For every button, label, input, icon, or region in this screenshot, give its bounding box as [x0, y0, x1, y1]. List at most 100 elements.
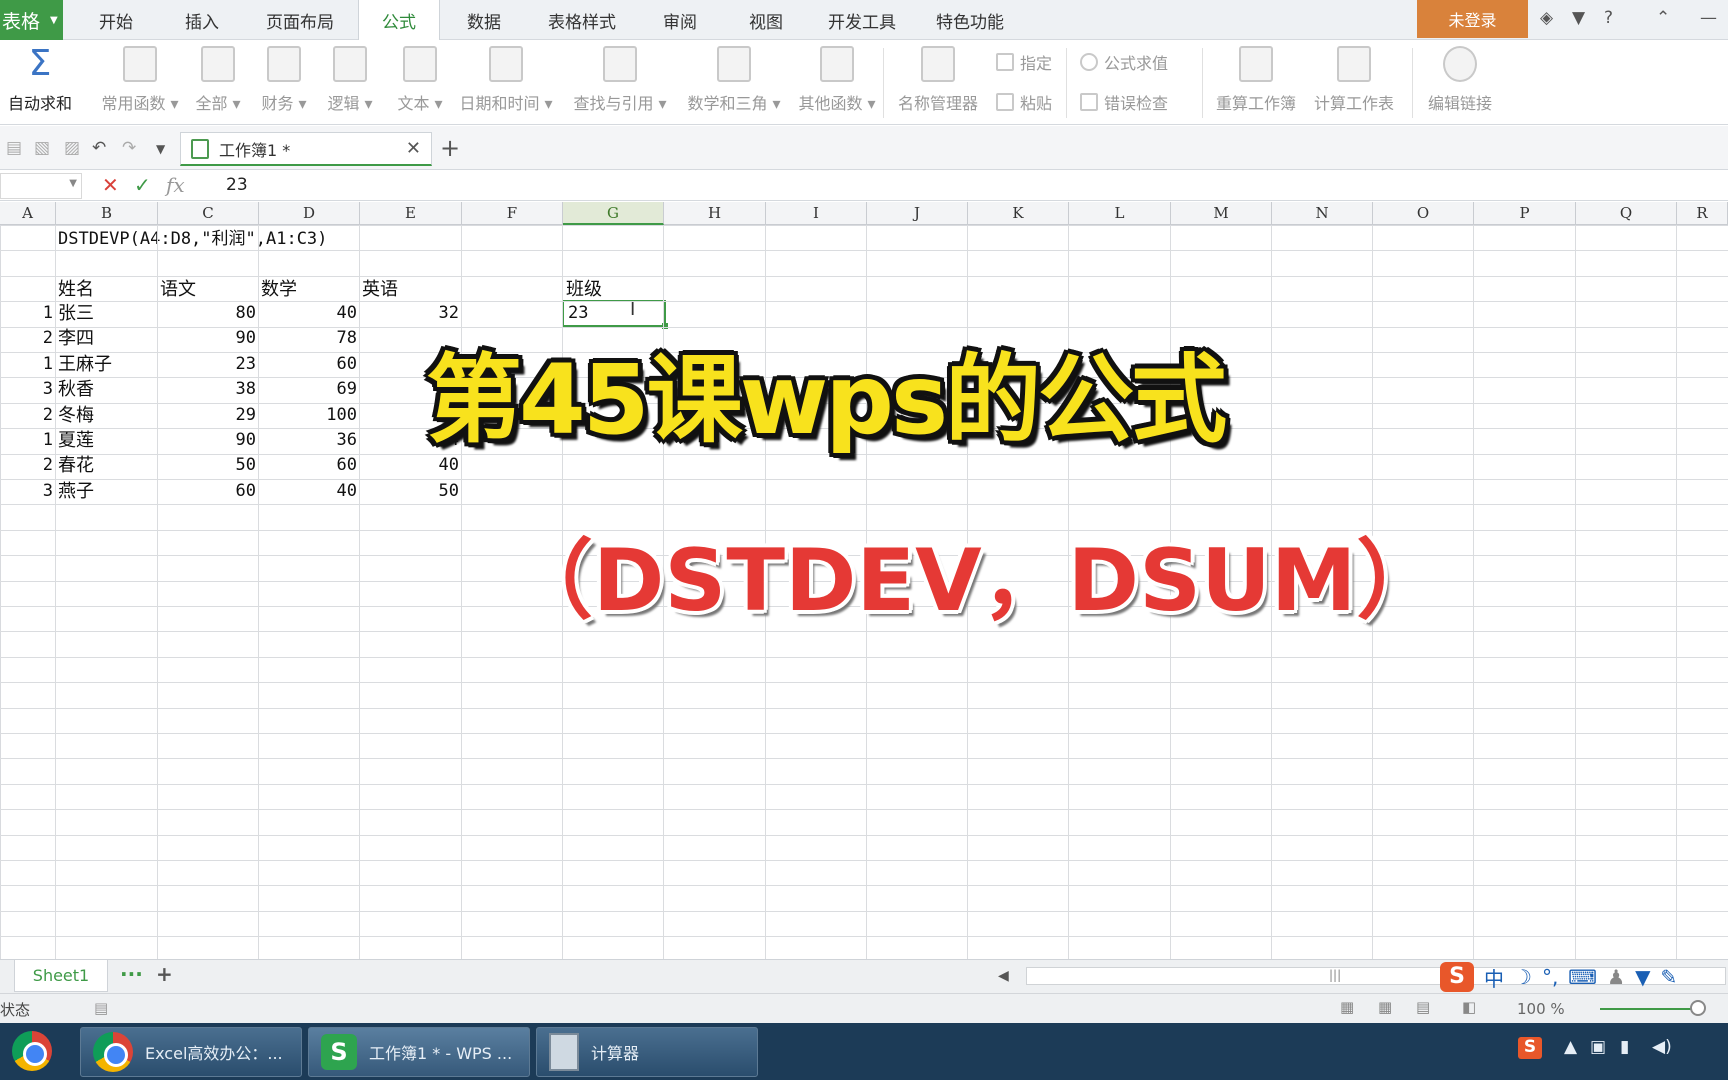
minimize-icon[interactable]: —	[1700, 8, 1717, 28]
column-header-m[interactable]: M	[1171, 202, 1272, 225]
sogou-tray-icon[interactable]: S	[1518, 1037, 1542, 1059]
reading-view-icon[interactable]: ▤	[1416, 998, 1430, 1016]
menu-tab[interactable]: 公式	[358, 0, 440, 41]
column-header-j[interactable]: J	[867, 202, 968, 225]
chinese-mode-icon[interactable]: 中	[1484, 963, 1504, 992]
login-button[interactable]: 未登录	[1417, 0, 1528, 38]
keyboard-icon[interactable]: ⌨	[1568, 965, 1597, 989]
new-tab-icon[interactable]: +	[440, 134, 460, 162]
eval-formula-button[interactable]: 公式求值	[1080, 50, 1168, 74]
column-header-e[interactable]: E	[360, 202, 462, 225]
name-cell[interactable]: 李四	[58, 326, 94, 351]
class-number-cell[interactable]: 2	[0, 326, 56, 351]
class-number-cell[interactable]: 3	[0, 377, 56, 402]
scroll-left-icon[interactable]: ◀	[998, 968, 1009, 984]
cancel-icon[interactable]: ✕	[102, 173, 119, 197]
class-number-cell[interactable]: 1	[0, 301, 56, 326]
moon-icon[interactable]: ☽	[1514, 965, 1532, 989]
menu-tab[interactable]: 视图	[740, 0, 792, 40]
error-check-button[interactable]: 错误检查	[1080, 90, 1168, 114]
chinese-score-cell[interactable]: 80	[158, 301, 259, 326]
menu-tab[interactable]: 开始	[90, 0, 142, 40]
column-header-b[interactable]: B	[56, 202, 158, 225]
fx-icon[interactable]: fx	[166, 173, 185, 197]
taskbar-item-wps[interactable]: S 工作簿1 * - WPS ...	[308, 1027, 530, 1077]
confirm-icon[interactable]: ✓	[134, 173, 151, 197]
math-score-cell[interactable]: 100	[259, 403, 360, 428]
collapse-icon[interactable]: ⌃	[1656, 8, 1670, 28]
english-score-cell[interactable]: 50	[360, 479, 462, 504]
app-menu-button[interactable]: 表格 ▼	[0, 0, 63, 40]
paste-button[interactable]: 粘贴	[996, 90, 1052, 114]
chinese-score-cell[interactable]: 29	[158, 403, 259, 428]
column-header-g[interactable]: G	[563, 202, 664, 225]
print-preview-icon[interactable]: ▧	[34, 138, 50, 158]
math-score-cell[interactable]: 40	[259, 301, 360, 326]
user-icon[interactable]: ♟	[1607, 965, 1625, 989]
column-header-o[interactable]: O	[1373, 202, 1474, 225]
name-cell[interactable]: 夏莲	[58, 428, 94, 453]
function-group-button[interactable]: 全部 ▾	[190, 46, 246, 114]
column-header-r[interactable]: R	[1677, 202, 1728, 225]
name-cell[interactable]: 王麻子	[58, 352, 112, 377]
add-sheet-icon[interactable]: +	[156, 962, 173, 986]
function-group-button[interactable]: 其他函数 ▾	[788, 46, 886, 114]
name-manager-button[interactable]: 名称管理器	[898, 46, 978, 114]
volume-icon[interactable]: ◀)	[1652, 1037, 1672, 1057]
shirt-icon[interactable]: ▼	[1572, 8, 1585, 28]
network-icon[interactable]: ▮	[1620, 1037, 1629, 1057]
function-group-button[interactable]: 数学和三角 ▾	[676, 46, 792, 114]
name-cell[interactable]: 春花	[58, 453, 94, 478]
column-header-a[interactable]: A	[0, 202, 56, 225]
function-group-button[interactable]: 财务 ▾	[256, 46, 312, 114]
chinese-score-cell[interactable]: 90	[158, 326, 259, 351]
chinese-score-cell[interactable]: 38	[158, 377, 259, 402]
column-header-f[interactable]: F	[462, 202, 563, 225]
column-title-cell[interactable]: 姓名	[58, 277, 94, 302]
page-break-view-icon[interactable]: ▦	[1378, 998, 1392, 1016]
class-number-cell[interactable]: 1	[0, 352, 56, 377]
math-score-cell[interactable]: 40	[259, 479, 360, 504]
column-header-n[interactable]: N	[1272, 202, 1373, 225]
function-group-button[interactable]: 逻辑 ▾	[322, 46, 378, 114]
taskbar-item-chrome[interactable]: Excel高效办公：...	[80, 1027, 302, 1077]
help-icon[interactable]: ◈	[1540, 8, 1553, 28]
name-box[interactable]: ▼	[0, 173, 82, 199]
formula-note-cell[interactable]: DSTDEVP(A4:D8,"利润",A1:C3)	[58, 227, 327, 252]
column-title-cell[interactable]: 语文	[160, 277, 196, 302]
class-number-cell[interactable]: 2	[0, 453, 56, 478]
name-cell[interactable]: 张三	[58, 301, 94, 326]
class-number-cell[interactable]: 2	[0, 403, 56, 428]
function-group-button[interactable]: 日期和时间 ▾	[448, 46, 564, 114]
math-score-cell[interactable]: 60	[259, 453, 360, 478]
wrench-icon[interactable]: ✎	[1661, 965, 1678, 989]
undo-icon[interactable]: ↶	[92, 138, 106, 158]
math-score-cell[interactable]: 78	[259, 326, 360, 351]
chinese-score-cell[interactable]: 60	[158, 479, 259, 504]
column-title-cell[interactable]: 英语	[362, 277, 398, 302]
calc-sheet-button[interactable]: 计算工作表	[1314, 46, 1394, 114]
menu-tab[interactable]: 页面布局	[260, 0, 340, 40]
column-header-p[interactable]: P	[1474, 202, 1576, 225]
more-sheets-icon[interactable]: ···	[120, 962, 143, 986]
formula-input[interactable]: 23	[226, 175, 248, 195]
preview-icon[interactable]: ▨	[64, 138, 80, 158]
menu-tab[interactable]: 特色功能	[930, 0, 1010, 40]
math-score-cell[interactable]: 36	[259, 428, 360, 453]
column-header-l[interactable]: L	[1069, 202, 1171, 225]
tray-expand-icon[interactable]: ▲	[1564, 1037, 1577, 1057]
column-header-k[interactable]: K	[968, 202, 1069, 225]
name-cell[interactable]: 秋香	[58, 377, 94, 402]
class-header-cell[interactable]: 班级	[566, 277, 602, 302]
quick-access-menu-icon[interactable]: ▼	[156, 142, 165, 156]
menu-tab[interactable]: 数据	[458, 0, 510, 40]
menu-tab[interactable]: 审阅	[654, 0, 706, 40]
chinese-score-cell[interactable]: 50	[158, 453, 259, 478]
redo-icon[interactable]: ↷	[122, 138, 136, 158]
normal-view-icon[interactable]: ▦	[1340, 998, 1354, 1016]
eye-icon[interactable]: ◧	[1462, 998, 1476, 1016]
function-group-button[interactable]: 文本 ▾	[392, 46, 448, 114]
column-header-c[interactable]: C	[158, 202, 259, 225]
function-group-button[interactable]: 查找与引用 ▾	[562, 46, 678, 114]
taskbar-item-calculator[interactable]: 计算器	[536, 1027, 758, 1077]
